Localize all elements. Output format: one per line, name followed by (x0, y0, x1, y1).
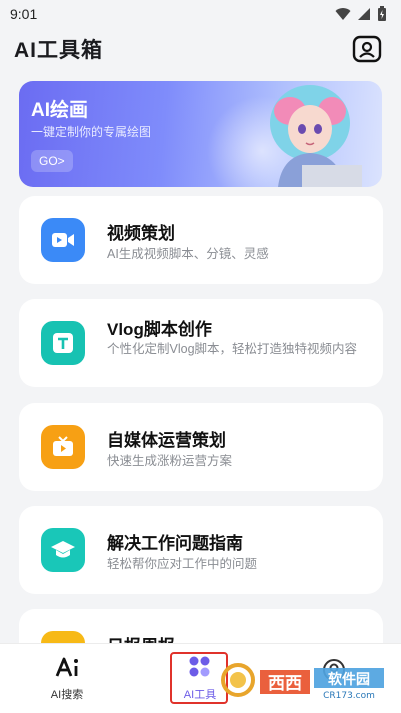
card-desc: AI生成视频脚本、分镜、灵感 (107, 247, 269, 261)
video-icon (41, 218, 85, 262)
text-t-icon (41, 321, 85, 365)
banner-subtitle: 一键定制你的专属绘图 (31, 125, 152, 139)
app-header: AI工具箱 (0, 28, 401, 70)
card-title: Vlog脚本创作 (107, 320, 212, 339)
card-title: 视频策划 (107, 224, 175, 243)
watermark-brand: 西西 (268, 674, 302, 694)
card-vlog-script[interactable]: Vlog脚本创作 个性化定制Vlog脚本，轻松打造独特视频内容 (19, 299, 383, 387)
battery-icon (378, 6, 386, 21)
profile-button[interactable] (351, 33, 383, 65)
wifi-icon (335, 8, 351, 20)
card-title: 自媒体运营策划 (107, 431, 226, 450)
status-bar: 9:01 (0, 0, 401, 28)
card-work-guide[interactable]: 解决工作问题指南 轻松帮你应对工作中的问题 (19, 506, 383, 594)
graduation-cap-icon (41, 528, 85, 572)
card-desc: 个性化定制Vlog脚本，轻松打造独特视频内容 (107, 342, 358, 356)
user-card-icon (352, 35, 382, 63)
go-button[interactable]: GO> (31, 150, 73, 172)
ai-drawing-banner[interactable]: AI绘画 一键定制你的专属绘图 GO> (19, 81, 382, 187)
card-desc: 快速生成涨粉运营方案 (107, 454, 233, 468)
banner-title: AI绘画 (31, 100, 89, 121)
card-media-operation[interactable]: 自媒体运营策划 快速生成涨粉运营方案 (19, 403, 383, 491)
page-title: AI工具箱 (14, 39, 103, 62)
card-title: 解决工作问题指南 (107, 534, 243, 553)
ai-search-icon (55, 657, 78, 677)
nav-item-ai-search[interactable]: AI搜索 (27, 644, 107, 713)
status-time: 9:01 (10, 6, 38, 22)
watermark-logo: 西西 软件园 CR173.com (221, 663, 384, 701)
card-video-planning[interactable]: 视频策划 AI生成视频脚本、分镜、灵感 (19, 196, 383, 284)
anime-girl-illustration (207, 85, 362, 187)
status-icons (335, 6, 387, 22)
signal-icon (358, 8, 370, 20)
watermark-url: CR173.com (323, 691, 375, 701)
play-icon (41, 425, 85, 469)
watermark-text: 软件园 (328, 671, 370, 688)
nav-label: AI搜索 (50, 689, 84, 701)
card-desc: 轻松帮你应对工作中的问题 (107, 557, 258, 571)
